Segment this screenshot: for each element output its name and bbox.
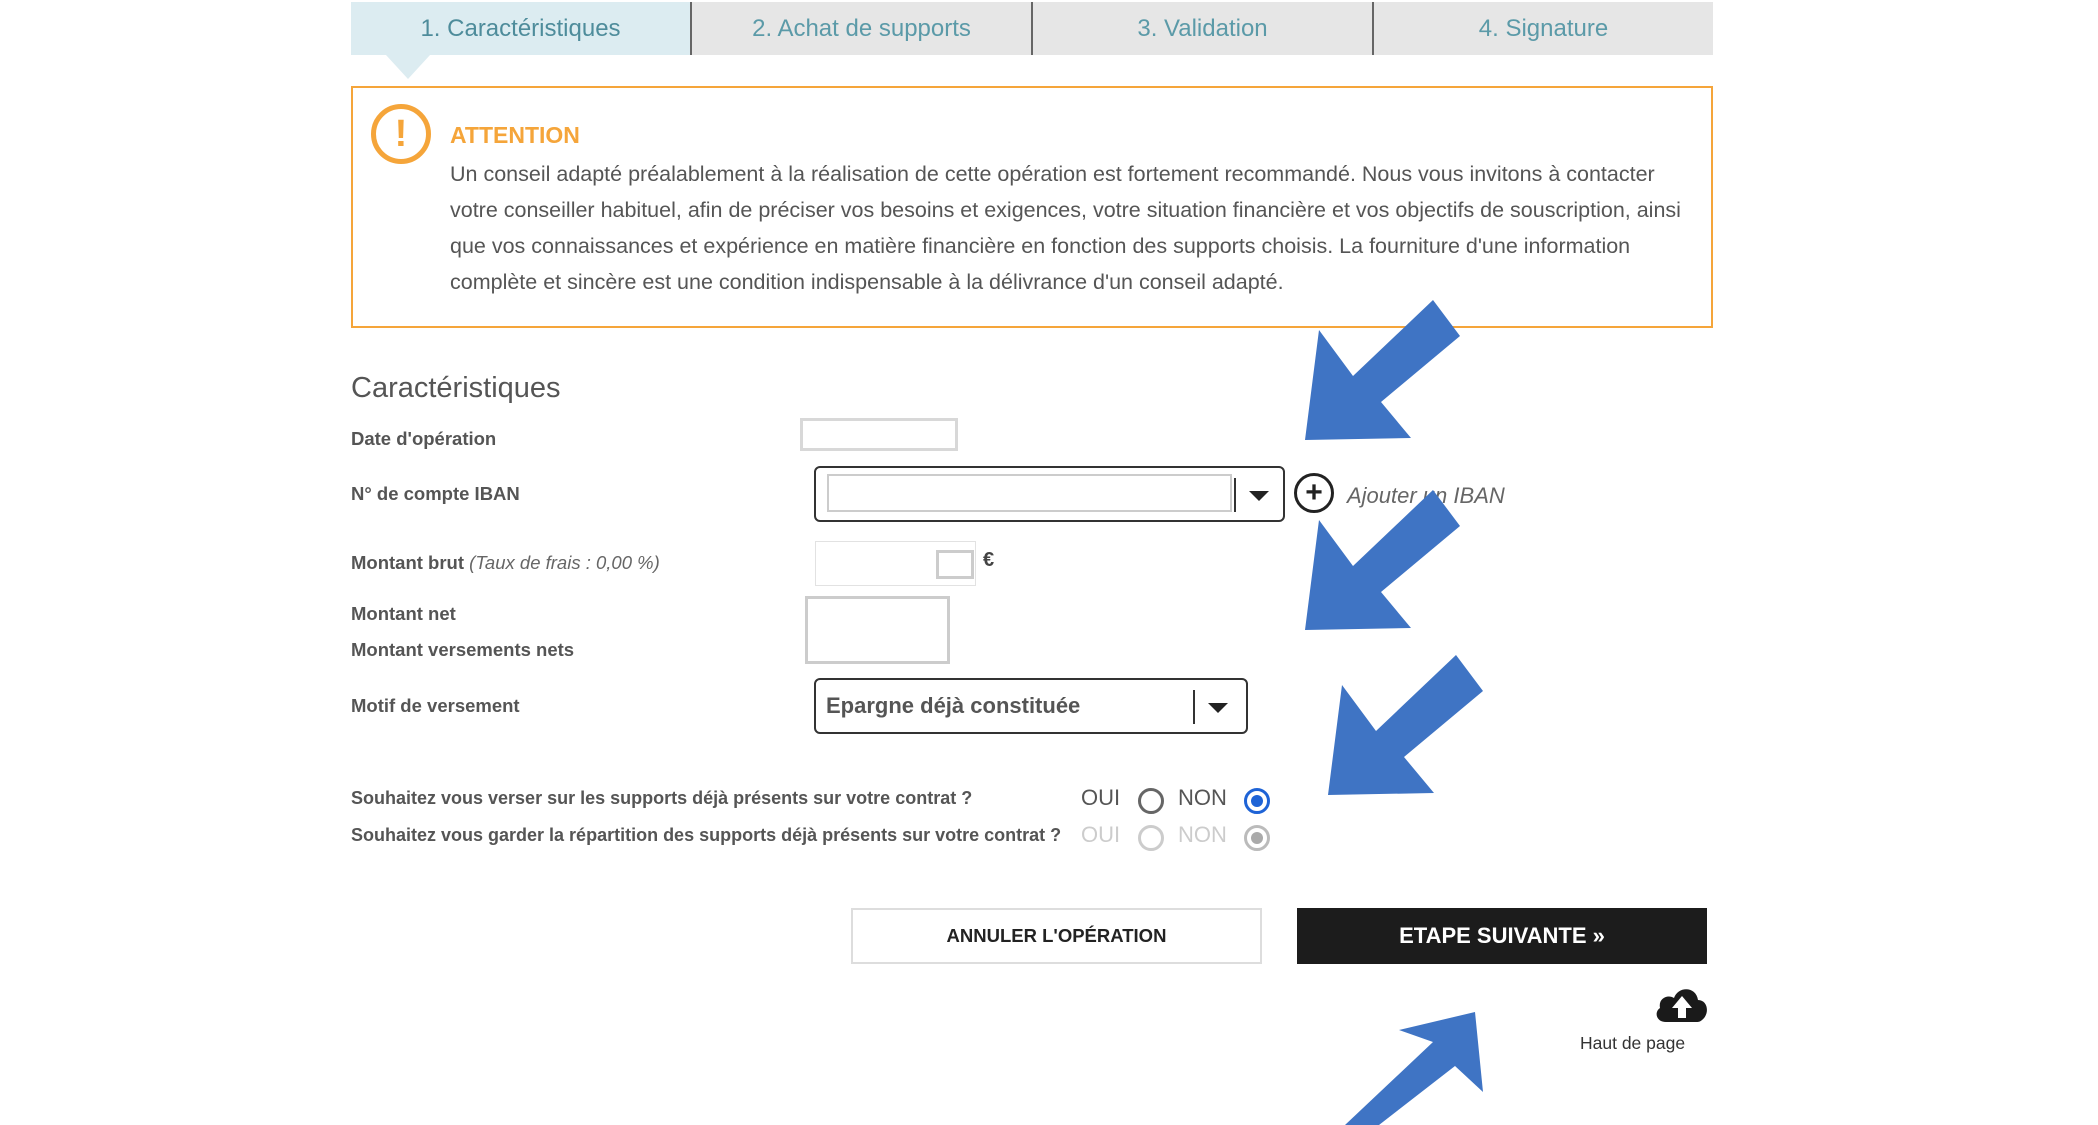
next-step-button[interactable]: ETAPE SUIVANTE » [1297, 908, 1707, 964]
attention-text: Un conseil adapté préalablement à la réa… [450, 162, 1681, 294]
net-label: Montant net [351, 603, 456, 624]
motif-label: Motif de versement [351, 695, 520, 716]
radio-oui-disabled [1138, 825, 1164, 851]
step-caracteristiques[interactable]: 1. Caractéristiques [351, 2, 692, 55]
net-amount-box [805, 596, 950, 664]
motif-value: Epargne déjà constituée [826, 693, 1081, 718]
step-achat-supports[interactable]: 2. Achat de supports [692, 2, 1033, 55]
cancel-operation-button[interactable]: ANNULER L'OPÉRATION [851, 908, 1262, 964]
radio-non-disabled [1244, 825, 1270, 851]
step-signature[interactable]: 4. Signature [1374, 2, 1713, 55]
chevron-down-icon[interactable] [1249, 491, 1269, 501]
radio-label-oui: OUI [1081, 822, 1121, 847]
attention-box: ! ATTENTION Un conseil adapté préalablem… [351, 86, 1713, 328]
date-label: Date d'opération [351, 428, 497, 449]
amount-fee-note: (Taux de frais : 0,00 %) [469, 552, 660, 573]
amount-label-text: Montant brut [351, 552, 465, 573]
amount-inner-box[interactable] [936, 550, 974, 579]
radio-label-non: NON [1178, 822, 1227, 847]
attention-title: ATTENTION [450, 122, 580, 148]
iban-select[interactable] [814, 466, 1285, 522]
annotation-arrow-icon [1345, 1012, 1483, 1125]
cloud-upload-icon[interactable] [1652, 982, 1712, 1026]
amount-label: Montant brut (Taux de frais : 0,00 %) [351, 552, 660, 574]
steps-bar: 1. Caractéristiques 2. Achat de supports… [351, 2, 1713, 55]
iban-label: N° de compte IBAN [351, 483, 520, 504]
select-divider [1234, 478, 1236, 512]
radio-label-non: NON [1178, 785, 1227, 810]
annotation-arrow-icon [1305, 490, 1460, 630]
amount-input[interactable] [815, 541, 976, 586]
iban-input[interactable] [827, 474, 1232, 512]
radio-oui[interactable] [1138, 788, 1164, 814]
annotation-arrow-icon [1328, 655, 1483, 795]
exclamation-circle-icon: ! [371, 104, 431, 164]
annotation-arrow-icon [1305, 300, 1460, 440]
motif-select[interactable]: Epargne déjà constituée [814, 678, 1248, 734]
step-validation[interactable]: 3. Validation [1033, 2, 1374, 55]
net-payments-label: Montant versements nets [351, 639, 575, 660]
radio-label-oui: OUI [1081, 785, 1121, 810]
question-garder-repartition: Souhaitez vous garder la répartition des… [351, 825, 1062, 845]
active-step-pointer [386, 55, 430, 79]
select-divider [1193, 690, 1195, 724]
question-verser-supports: Souhaitez vous verser sur les supports d… [351, 788, 973, 808]
chevron-down-icon[interactable] [1208, 703, 1228, 713]
currency-symbol: € [983, 549, 995, 571]
radio-non[interactable] [1244, 788, 1270, 814]
date-input[interactable] [800, 418, 958, 451]
back-to-top-link[interactable]: Haut de page [1580, 1033, 1685, 1054]
section-title: Caractéristiques [351, 372, 561, 404]
